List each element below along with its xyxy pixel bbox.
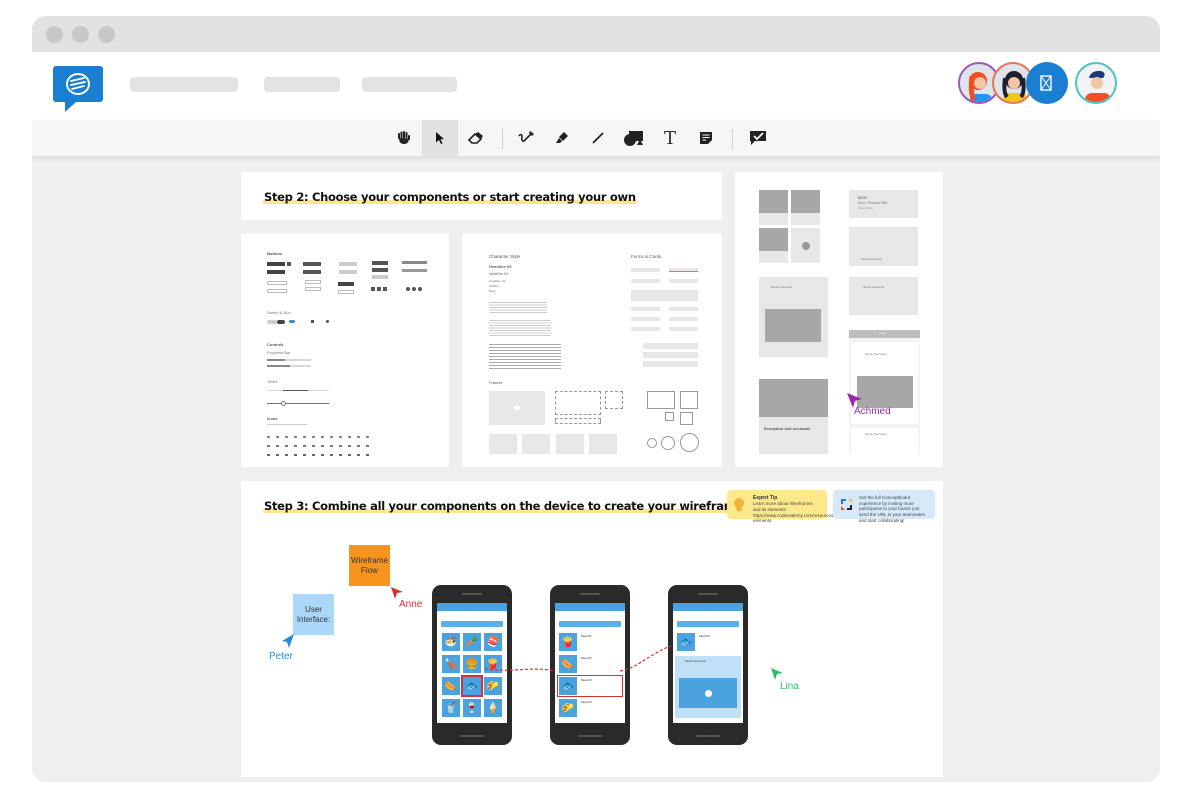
card-author: Name Surname [865,432,887,436]
hand-icon [398,131,410,144]
toolbar-divider [502,129,503,149]
title-bar [32,16,1160,52]
section-label: Progress Bar [267,350,291,355]
minimize-window-button[interactable] [72,26,89,43]
feed-title: Feed [879,331,886,335]
shapes-tool-button[interactable] [616,120,652,156]
hand-tool-button[interactable] [386,120,422,156]
body-label: Body [489,289,496,293]
drawing-toolbar: T [32,120,1160,156]
shapes-icon [624,131,643,146]
card-author: Name Surname [771,285,793,289]
step3-board[interactable]: Step 3: Combine all your components on t… [241,481,943,777]
cards-panel[interactable]: $0.00 Item / Product Title Description N… [735,172,943,467]
headline-h1: Headline H1 [489,264,512,269]
select-tool-button[interactable] [422,120,458,156]
step2-heading: Step 2: Choose your components or start … [263,190,637,204]
connector-menu-to-list [484,668,556,672]
line-tool-button[interactable] [580,120,616,156]
product-price: $0.00 [858,196,867,200]
step2-heading-board[interactable]: Step 2: Choose your components or start … [241,172,722,220]
forms-cards-title: Forms & Cards [631,254,662,259]
card-title: Excepteur sint occaecat [764,426,810,431]
section-label: Buttons [267,251,283,256]
eraser-tool-button[interactable] [458,120,494,156]
conceptboard-logo[interactable] [53,66,103,112]
headline-h2: Headline H2 [489,272,509,276]
maximize-window-button[interactable] [98,26,115,43]
text-icon: T [663,127,676,149]
typography-forms-panel[interactable]: Character Style Headline H1 Headline H2 … [462,234,722,467]
review-tool-button[interactable] [740,120,776,156]
frames-title: Frames [489,380,503,385]
sticky-note-icon [700,132,712,144]
section-label: Slider [267,379,278,384]
pen-tool-button[interactable] [508,120,544,156]
section-label: Switch & Box [267,310,291,315]
comment-check-icon [750,131,766,145]
connector-list-to-detail [619,645,672,672]
character-style-title: Character Style [489,254,521,259]
logo-icon [66,73,90,95]
play-icon [514,405,520,411]
achmed-cursor-label: Achmed [854,406,891,417]
subline: Subline [489,284,500,288]
app-header [32,52,1160,120]
toolbar-divider [732,129,733,149]
close-window-button[interactable] [46,26,63,43]
current-user-avatar[interactable] [1075,62,1117,104]
nav-placeholder-3[interactable] [362,77,457,92]
headline-h3: Headline H3 [489,279,506,283]
components-panel[interactable]: Buttons Switch & Box Controls Progress B… [241,234,449,467]
card-author: Name Surname [865,352,887,356]
nav-placeholder-2[interactable] [264,77,340,92]
product-description: Description [858,206,874,210]
sticky-note-tool-button[interactable] [688,120,724,156]
nav-placeholder-1[interactable] [130,77,238,92]
card-author: Name Surname [863,285,885,289]
section-label: Controls [267,342,284,347]
eraser-icon [467,132,483,144]
highlighter-icon [556,132,568,143]
product-title: Item / Product Title [858,201,888,205]
section-label: Icons [267,416,278,421]
participants-overflow-icon [1040,75,1052,91]
line-icon [592,132,604,144]
browser-window: T Step 2: Choose your components or star… [32,16,1160,782]
text-tool-button[interactable]: T [652,120,688,156]
pen-icon [518,131,534,142]
flow-connectors [484,645,672,672]
highlighter-tool-button[interactable] [544,120,580,156]
cursor-arrow-icon [436,132,444,144]
card-author: Name Surname [861,257,883,261]
more-participants-badge[interactable] [1026,62,1068,104]
man-avatar-icon [1085,70,1111,102]
